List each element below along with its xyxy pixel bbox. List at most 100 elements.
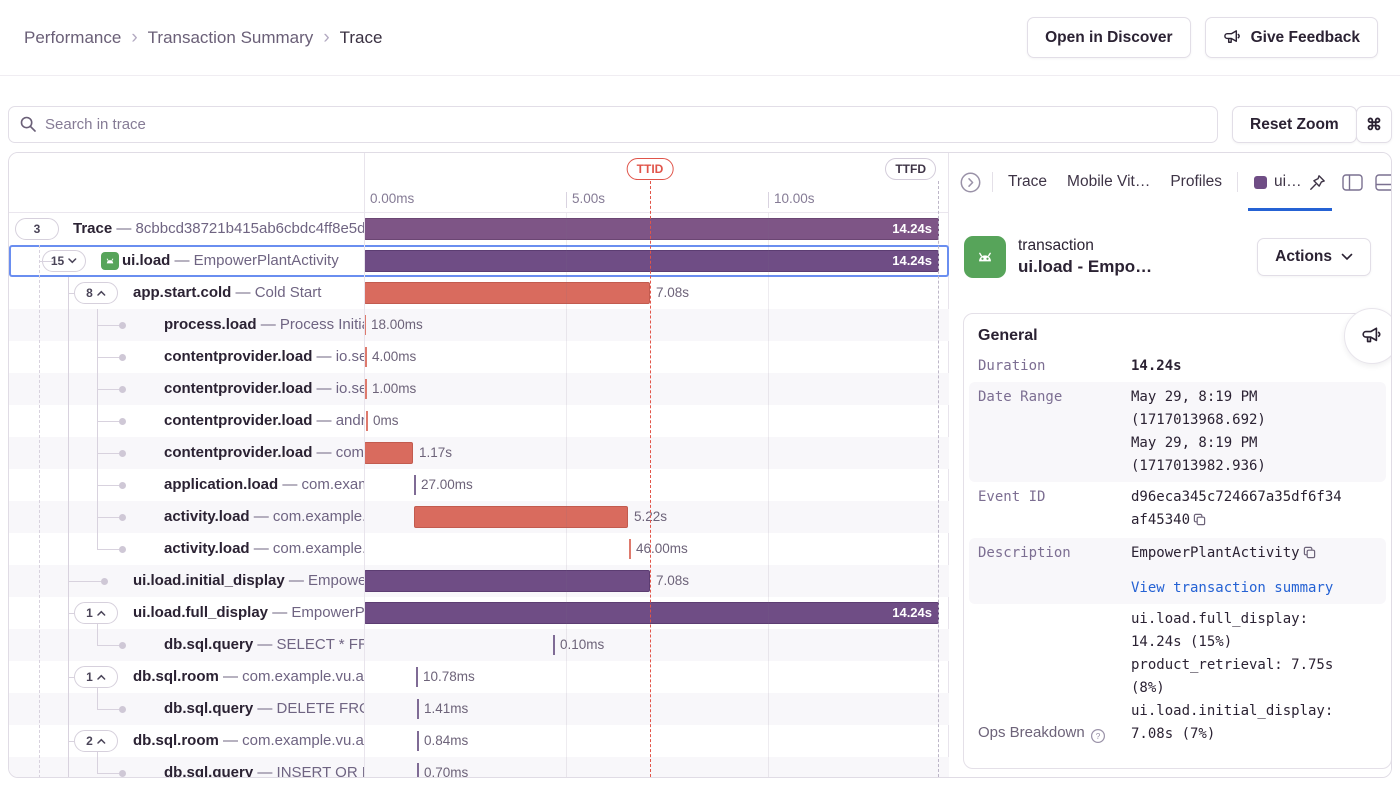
help-icon[interactable]: ?: [1090, 728, 1106, 744]
span-bar-cell: 1.41ms: [364, 693, 939, 725]
trace-row-activity.load[interactable]: activity.load — com.example.vu.android.M…: [9, 501, 949, 533]
span-children-count-badge[interactable]: 1: [74, 602, 118, 624]
badge-count: 8: [86, 286, 93, 300]
axis-tick-10s: 10.00s: [774, 191, 815, 206]
search-input[interactable]: [8, 106, 1218, 143]
span-duration-bar[interactable]: [414, 506, 628, 528]
span-duration-tick[interactable]: [553, 635, 555, 655]
waterfall-header: 0.00ms 5.00s 10.00s: [9, 153, 948, 213]
trace-row-application.load[interactable]: application.load — com.example.vu.androi…: [9, 469, 949, 501]
span-duration-bar[interactable]: 14.24s: [364, 250, 939, 272]
span-duration-tick[interactable]: [365, 347, 367, 367]
span-duration-tick[interactable]: [417, 763, 419, 778]
tab-mobile-vitals[interactable]: Mobile Vit…: [1062, 173, 1155, 191]
span-duration-label: 14.24s: [892, 219, 932, 239]
span-color-swatch: [1254, 176, 1267, 189]
layout-bottom-panel-icon[interactable]: [1375, 174, 1392, 191]
span-duration-tick[interactable]: [366, 411, 368, 431]
chevron-up-icon: [97, 674, 106, 680]
badge-count: 1: [86, 606, 93, 620]
tab-profiles[interactable]: Profiles: [1165, 173, 1227, 191]
leaf-connector-dot: [119, 642, 126, 649]
span-duration-tick[interactable]: [629, 539, 631, 559]
span-duration-label: 14.24s: [892, 251, 932, 271]
copy-icon[interactable]: [1193, 511, 1206, 534]
span-tree-cell: 3Trace — 8cbbcd38721b415ab6cbdc4ff8e5d0a…: [9, 213, 364, 245]
ttfd-marker-pill[interactable]: TTFD: [885, 158, 936, 180]
trace-row-contentprovider.load[interactable]: contentprovider.load — io.sentry.android…: [9, 373, 949, 405]
span-tree-cell: db.sql.query — SELECT * FROM products: [9, 629, 364, 661]
ops-breakdown-label: Ops Breakdown: [978, 721, 1085, 744]
span-duration-tick[interactable]: [416, 667, 418, 687]
span-label: activity.load — com.example.vu.android.e…: [164, 533, 364, 565]
pin-tab-icon[interactable]: [1309, 174, 1326, 191]
trace-row-Trace[interactable]: 3Trace — 8cbbcd38721b415ab6cbdc4ff8e5d0a…: [9, 213, 949, 245]
feedback-float-button[interactable]: [1344, 308, 1392, 364]
give-feedback-button[interactable]: Give Feedback: [1205, 17, 1378, 58]
copy-icon[interactable]: [1303, 544, 1316, 567]
description-row: Description EmpowerPlantActivity View tr…: [969, 538, 1386, 604]
span-children-count-badge[interactable]: 3: [15, 218, 59, 240]
trace-row-db.sql.room[interactable]: 2db.sql.room — com.example.vu.android.db…: [9, 725, 949, 757]
span-duration-bar[interactable]: [364, 442, 413, 464]
view-transaction-summary-link[interactable]: View transaction summary: [1131, 580, 1333, 596]
axis-tickmark: [566, 192, 567, 208]
span-label: db.sql.room — com.example.vu.android.db.…: [133, 661, 364, 693]
shortcut-command-button[interactable]: ⌘: [1356, 106, 1392, 143]
leaf-connector-dot: [119, 706, 126, 713]
span-tree-cell: application.load — com.example.vu.androi…: [9, 469, 364, 501]
span-children-count-badge[interactable]: 8: [74, 282, 118, 304]
breadcrumb-performance[interactable]: Performance: [24, 28, 121, 48]
span-duration-tick[interactable]: [417, 699, 419, 719]
breadcrumb-transaction-summary[interactable]: Transaction Summary: [148, 28, 314, 48]
span-duration-tick[interactable]: [414, 475, 416, 495]
trace-row-ui.load.full_display[interactable]: 1ui.load.full_display — EmpowerPlantActi…: [9, 597, 949, 629]
span-duration-bar[interactable]: 14.24s: [364, 218, 939, 240]
span-tree-cell: activity.load — com.example.vu.android.e…: [9, 533, 364, 565]
span-children-count-badge[interactable]: 2: [74, 730, 118, 752]
span-children-count-badge[interactable]: 15: [42, 250, 86, 272]
trace-row-contentprovider.load[interactable]: contentprovider.load — com.example.vu.an…: [9, 437, 949, 469]
trace-row-db.sql.query[interactable]: db.sql.query — INSERT OR REPLACE INTO pr…: [9, 757, 949, 778]
chevron-up-icon: [97, 610, 106, 616]
date-range-label: Date Range: [978, 386, 1131, 478]
span-label: db.sql.query — INSERT OR REPLACE INTO pr…: [164, 757, 364, 778]
ttid-marker-pill[interactable]: TTID: [627, 158, 674, 180]
trace-row-db.sql.query[interactable]: db.sql.query — SELECT * FROM products0.1…: [9, 629, 949, 661]
leaf-connector-dot: [101, 578, 108, 585]
trace-row-app.start.cold[interactable]: 8app.start.cold — Cold Start7.08s: [9, 277, 949, 309]
tab-trace[interactable]: Trace: [1003, 173, 1052, 191]
leaf-connector-dot: [119, 418, 126, 425]
trace-row-process.load[interactable]: process.load — Process Initialization18.…: [9, 309, 949, 341]
span-bar-cell: 0ms: [364, 405, 939, 437]
span-op: ui.load: [122, 252, 170, 269]
span-label: db.sql.query — DELETE FROM products: [164, 693, 364, 725]
span-description: — EmpowerPlantActivity full display: [268, 604, 364, 621]
open-in-discover-button[interactable]: Open in Discover: [1027, 17, 1190, 58]
trace-row-db.sql.query[interactable]: db.sql.query — DELETE FROM products1.41m…: [9, 693, 949, 725]
layout-left-panel-icon[interactable]: [1342, 174, 1363, 191]
reset-zoom-button[interactable]: Reset Zoom: [1232, 106, 1357, 143]
span-duration-bar[interactable]: [364, 570, 650, 592]
trace-row-activity.load[interactable]: activity.load — com.example.vu.android.e…: [9, 533, 949, 565]
span-duration-tick[interactable]: [365, 379, 367, 399]
actions-button[interactable]: Actions: [1257, 238, 1371, 276]
divider: [992, 172, 993, 192]
trace-row-contentprovider.load[interactable]: contentprovider.load — androidx.startup.…: [9, 405, 949, 437]
tab-ui-load-active[interactable]: ui…: [1248, 153, 1332, 211]
span-children-count-badge[interactable]: 1: [74, 666, 118, 688]
trace-row-contentprovider.load[interactable]: contentprovider.load — io.sentry.android…: [9, 341, 949, 373]
expand-drawer-icon[interactable]: [959, 171, 982, 194]
span-duration-bar[interactable]: 14.24s: [364, 602, 939, 624]
span-description: — io.sentry.android.core.SentryPerforman…: [312, 348, 364, 365]
trace-row-db.sql.room[interactable]: 1 db.sql.room — com.example.vu.android.db…: [9, 661, 949, 693]
tree-waterfall-divider[interactable]: [364, 153, 365, 777]
trace-row-ui.load.initial_display[interactable]: ui.load.initial_display — EmpowerPlantAc…: [9, 565, 949, 597]
span-tree-cell: 2db.sql.room — com.example.vu.android.db…: [9, 725, 364, 757]
span-duration-label: 0ms: [373, 405, 399, 437]
trace-row-ui.load[interactable]: 15ui.load — EmpowerPlantActivity14.24s: [9, 245, 949, 277]
span-duration-label: 0.70ms: [424, 757, 468, 778]
actions-label: Actions: [1275, 248, 1332, 266]
span-duration-bar[interactable]: [364, 282, 650, 304]
span-duration-tick[interactable]: [417, 731, 419, 751]
